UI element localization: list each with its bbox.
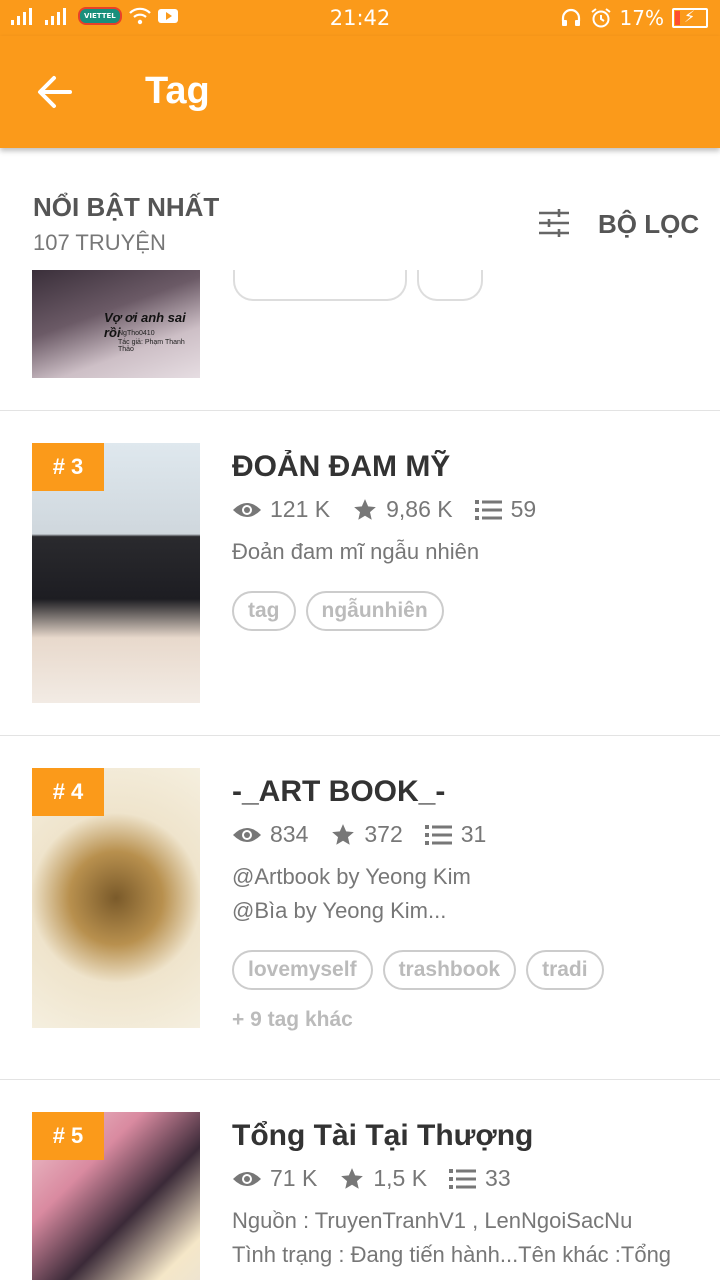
tag-chip[interactable]: tag (232, 591, 296, 631)
rank-badge: # 5 (32, 1112, 104, 1160)
story-stats: 121 K 9,86 K 59 (232, 496, 700, 523)
star-icon (341, 1167, 364, 1189)
star-icon (354, 498, 376, 520)
list-icon (474, 499, 502, 520)
list-icon (424, 824, 452, 845)
story-list: Vợ ơi anh sai rồi NgTho0410 Tác giả: Phạ… (0, 270, 720, 1280)
eye-icon (233, 1171, 261, 1186)
more-tags-link[interactable]: + 9 tag khác (232, 1008, 700, 1032)
story-title: -_ART BOOK_- (232, 775, 446, 808)
sort-bar: NỔI BẬT NHẤT 107 TRUYỆN BỘ LỌC (0, 148, 720, 270)
part-count: 33 (485, 1165, 511, 1191)
rank-badge: # 4 (32, 768, 104, 816)
story-item[interactable]: # 4 -_ART BOOK_- 834 372 31 @Artbook by … (0, 735, 720, 1080)
story-cover: # 5 (32, 1112, 200, 1280)
filter-sliders-icon[interactable] (537, 208, 571, 238)
description-line: Nguồn : TruyenTranhV1 , LenNgoiSacNu (232, 1208, 633, 1233)
tag-chip[interactable]: tradi (526, 950, 604, 990)
story-description: @Artbook by Yeong Kim @Bìa by Yeong Kim.… (232, 860, 700, 928)
story-item[interactable]: # 5 Tổng Tài Tại Thượng 71 K 1,5 K 33 Ng… (0, 1079, 720, 1280)
tag-list: lovemyself trashbook tradi (232, 950, 700, 990)
sort-title[interactable]: NỔI BẬT NHẤT (33, 192, 219, 223)
filter-button[interactable]: BỘ LỌC (598, 209, 699, 240)
rank-badge: # 3 (32, 443, 104, 491)
story-cover: # 3 (32, 443, 200, 703)
story-title: Tổng Tài Tại Thượng (232, 1119, 534, 1152)
page-title: Tag (145, 70, 210, 112)
tag-chip[interactable] (233, 270, 407, 301)
cover-subtext: Tác giả: Phạm Thanh Thảo (118, 339, 185, 353)
tag-chip[interactable]: lovemyself (232, 950, 373, 990)
description-line: @Artbook by Yeong Kim (232, 864, 471, 889)
list-icon (449, 1168, 477, 1189)
status-bar: VIETTEL 21:42 17% ⚡ (0, 0, 720, 36)
story-item[interactable]: # 3 ĐOẢN ĐAM MỸ 121 K 9,86 K 59 Đoản đam… (0, 410, 720, 736)
story-title: ĐOẢN ĐAM MỸ (232, 450, 451, 483)
tag-chip[interactable] (417, 270, 483, 301)
alarm-icon (590, 8, 611, 28)
vote-count: 372 (364, 821, 403, 847)
story-count: 107 TRUYỆN (33, 230, 166, 255)
tag-chip[interactable]: trashbook (382, 950, 517, 990)
view-count: 71 K (270, 1165, 318, 1191)
view-count: 121 K (270, 496, 331, 522)
part-count: 59 (510, 496, 537, 522)
star-icon (332, 823, 355, 845)
story-description: Nguồn : TruyenTranhV1 , LenNgoiSacNu Tìn… (232, 1204, 700, 1272)
story-item[interactable]: Vợ ơi anh sai rồi NgTho0410 Tác giả: Phạ… (0, 270, 720, 411)
headphones-icon (561, 8, 580, 26)
eye-icon (233, 502, 261, 517)
story-cover: # 4 (32, 768, 200, 1028)
back-button[interactable] (30, 66, 82, 118)
description-line: Tình trạng : Đang tiến hành...Tên khác :… (232, 1242, 672, 1267)
battery-percent: 17% (619, 6, 664, 30)
battery-icon: ⚡ (672, 7, 708, 28)
story-stats: 834 372 31 (232, 821, 700, 848)
tag-chip[interactable]: ngẫunhiên (305, 591, 444, 631)
vote-count: 1,5 K (373, 1165, 428, 1191)
description-line: @Bìa by Yeong Kim... (232, 898, 447, 923)
app-bar: Tag (0, 36, 720, 148)
view-count: 834 (270, 821, 309, 847)
story-stats: 71 K 1,5 K 33 (232, 1165, 700, 1192)
arrow-left-icon (38, 76, 72, 108)
eye-icon (233, 827, 261, 842)
part-count: 31 (460, 821, 487, 847)
cover-subtext: NgTho0410 (118, 330, 155, 337)
story-cover: Vợ ơi anh sai rồi NgTho0410 Tác giả: Phạ… (32, 270, 200, 378)
story-description: Đoản đam mĩ ngẫu nhiên (232, 539, 480, 564)
tag-list: tag ngẫunhiên (232, 591, 700, 631)
vote-count: 9,86 K (386, 496, 453, 522)
